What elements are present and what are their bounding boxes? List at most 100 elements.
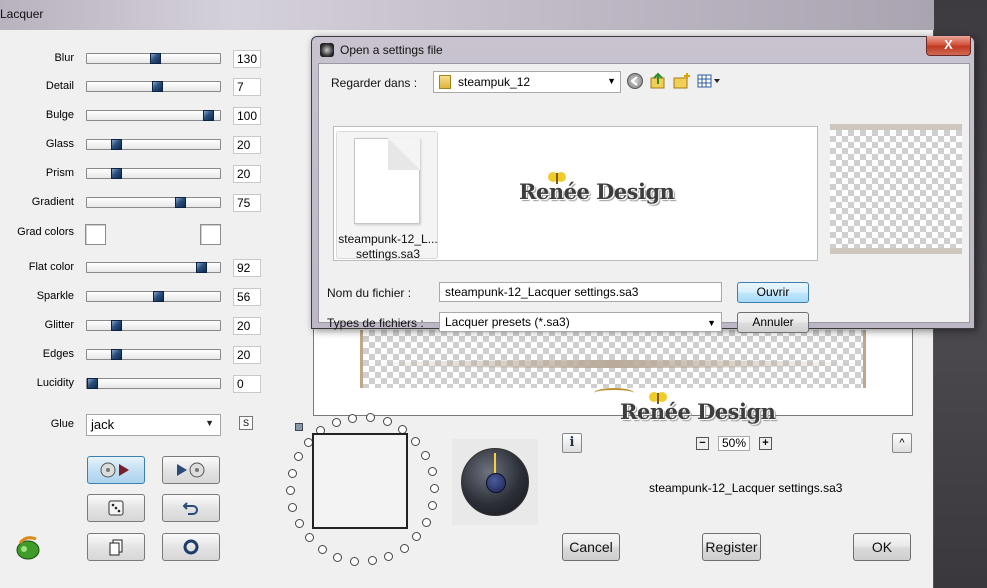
gradient-dot[interactable] <box>318 545 327 554</box>
open-button[interactable]: Ouvrir <box>737 282 809 303</box>
gradient-dot[interactable] <box>288 469 297 478</box>
slider-value-input[interactable]: 20 <box>233 346 261 364</box>
ok-button[interactable]: OK <box>853 533 911 561</box>
slider-thumb[interactable] <box>150 53 161 64</box>
slider-thumb[interactable] <box>111 168 122 179</box>
slider-track[interactable] <box>86 168 221 179</box>
slider-track[interactable] <box>86 81 221 92</box>
gradient-dot[interactable] <box>430 484 439 493</box>
undo-button[interactable] <box>162 494 220 522</box>
gradient-dot[interactable] <box>348 414 357 423</box>
slider-label: Lucidity <box>36 377 74 389</box>
copy-icon <box>109 539 123 556</box>
chevron-down-icon: ▼ <box>607 76 616 86</box>
grad-color-start-swatch[interactable] <box>85 224 106 245</box>
gradient-dot[interactable] <box>428 501 437 510</box>
slider-value-input[interactable]: 56 <box>233 288 261 306</box>
slider-thumb[interactable] <box>111 139 122 150</box>
gradient-dot[interactable] <box>421 451 430 460</box>
color-preview-swatch[interactable] <box>312 433 408 529</box>
slider-thumb[interactable] <box>153 291 164 302</box>
file-item[interactable]: steampunk-12_L... settings.sa3 <box>336 131 438 261</box>
slider-value-input[interactable]: 20 <box>233 165 261 183</box>
slider-track[interactable] <box>86 262 221 273</box>
slider-value-input[interactable]: 20 <box>233 136 261 154</box>
back-arrow-icon[interactable] <box>627 73 643 89</box>
gradient-dot[interactable] <box>350 557 359 566</box>
gradient-dot[interactable] <box>332 418 341 427</box>
slider-value-input[interactable]: 100 <box>233 107 261 125</box>
register-button[interactable]: Register <box>702 533 761 561</box>
undo-icon <box>182 502 198 515</box>
gradient-dot[interactable] <box>366 413 375 422</box>
slider-thumb[interactable] <box>203 110 214 121</box>
slider-track[interactable] <box>86 378 221 389</box>
s-icon[interactable]: S <box>239 416 253 430</box>
slider-thumb[interactable] <box>87 378 98 389</box>
slider-value-input[interactable]: 0 <box>233 375 261 393</box>
slider-track[interactable] <box>86 291 221 302</box>
zoom-in-button[interactable]: + <box>759 437 772 450</box>
gradient-dot[interactable] <box>412 532 421 541</box>
view-menu-icon[interactable] <box>697 72 723 90</box>
gradient-dot[interactable] <box>428 467 437 476</box>
file-list-pane[interactable]: steampunk-12_L... settings.sa3 Renée Des… <box>333 126 818 261</box>
disc-save-icon <box>177 462 205 478</box>
copy-button[interactable] <box>87 533 145 561</box>
randomize-button[interactable] <box>87 494 145 522</box>
slider-track[interactable] <box>86 139 221 150</box>
cancel-button[interactable]: Cancel <box>562 533 620 561</box>
gradient-dot[interactable] <box>294 452 303 461</box>
slider-thumb[interactable] <box>196 262 207 273</box>
slider-value-input[interactable]: 130 <box>233 50 261 68</box>
slider-track[interactable] <box>86 110 221 121</box>
slider-label: Glitter <box>44 319 74 331</box>
look-in-label: Regarder dans : <box>331 76 418 90</box>
gradient-dot[interactable] <box>295 519 304 528</box>
close-button[interactable]: X <box>926 36 971 56</box>
zoom-value: 50% <box>718 436 750 451</box>
slider-value-input[interactable]: 75 <box>233 194 261 212</box>
look-in-select[interactable]: steampuk_12 ▼ <box>433 71 621 93</box>
dial-center-knob[interactable] <box>486 473 506 493</box>
gradient-dot[interactable] <box>383 417 392 426</box>
light-direction-dial[interactable] <box>461 448 529 516</box>
reset-button[interactable] <box>162 533 220 561</box>
slider-value-input[interactable]: 20 <box>233 317 261 335</box>
gradient-dot[interactable] <box>288 503 297 512</box>
slider-value-input[interactable]: 7 <box>233 78 261 96</box>
gradient-dot[interactable] <box>411 437 420 446</box>
slider-thumb[interactable] <box>111 320 122 331</box>
save-preset-button[interactable] <box>162 456 220 484</box>
small-square-icon[interactable] <box>295 423 303 431</box>
glue-select[interactable]: jack ▼ <box>86 414 221 436</box>
gradient-dot[interactable] <box>286 486 295 495</box>
gradient-dot[interactable] <box>422 518 431 527</box>
slider-value-input[interactable]: 92 <box>233 259 261 277</box>
slider-thumb[interactable] <box>152 81 163 92</box>
slider-track[interactable] <box>86 320 221 331</box>
dialog-body: Regarder dans : steampuk_12 ▼ steampunk-… <box>318 63 970 333</box>
slider-track[interactable] <box>86 53 221 64</box>
gradient-dot[interactable] <box>333 553 342 562</box>
grad-color-end-swatch[interactable] <box>200 224 221 245</box>
camera-app-icon <box>320 43 334 57</box>
load-preset-button[interactable] <box>87 456 145 484</box>
up-folder-icon[interactable] <box>649 72 667 90</box>
filetype-select[interactable]: Lacquer presets (*.sa3) ▼ <box>439 312 722 332</box>
slider-track[interactable] <box>86 349 221 360</box>
slider-track[interactable] <box>86 197 221 208</box>
gradient-dot[interactable] <box>368 556 377 565</box>
new-folder-icon[interactable] <box>673 72 691 90</box>
info-button[interactable]: i <box>562 433 582 453</box>
gradient-dot[interactable] <box>305 533 314 542</box>
zoom-out-button[interactable]: − <box>696 437 709 450</box>
gradient-dot[interactable] <box>384 552 393 561</box>
slider-thumb[interactable] <box>111 349 122 360</box>
filename-input[interactable]: steampunk-12_Lacquer settings.sa3 <box>439 282 722 302</box>
dialog-cancel-button[interactable]: Annuler <box>737 312 809 333</box>
collapse-up-button[interactable]: ^ <box>892 433 912 453</box>
preview-area[interactable] <box>313 325 913 416</box>
gradient-dot[interactable] <box>400 544 409 553</box>
slider-thumb[interactable] <box>175 197 186 208</box>
